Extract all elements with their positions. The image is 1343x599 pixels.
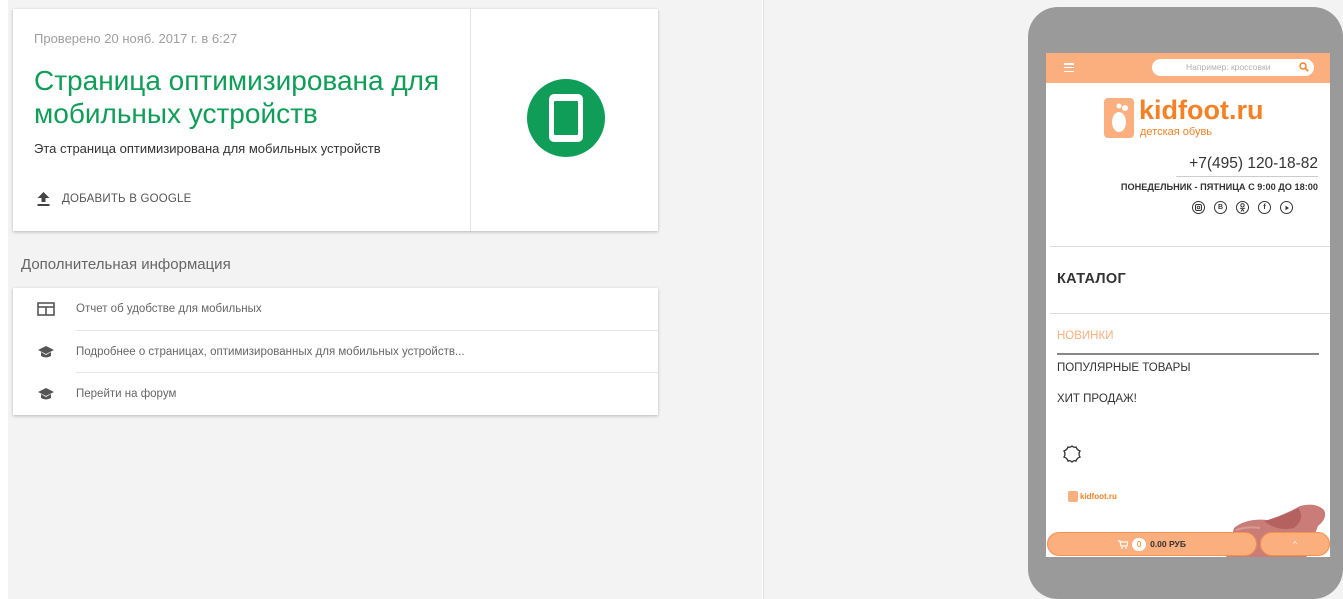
vk-icon[interactable]: B — [1214, 201, 1227, 214]
logo-icon — [1104, 98, 1134, 138]
divider — [1176, 176, 1318, 177]
working-hours: ПОНЕДЕЛЬНИК - ПЯТНИЦА С 9:00 ДО 18:00 — [1120, 182, 1318, 192]
chevron-up-icon: ^ — [1293, 539, 1297, 549]
status-badge — [527, 79, 605, 157]
extra-info-list: Отчет об удобстве для мобильных Подробне… — [13, 288, 658, 415]
result-card: Проверено 20 нояб. 2017 г. в 6:27 Страни… — [13, 9, 658, 231]
facebook-icon[interactable]: f — [1258, 201, 1271, 214]
graduation-cap-icon — [38, 388, 54, 400]
site-search-input[interactable]: Например: кроссовки — [1152, 59, 1314, 76]
leather-icon — [1062, 445, 1082, 463]
scroll-up-button[interactable]: ^ — [1260, 532, 1330, 556]
divider — [1050, 246, 1330, 247]
logo-icon — [1068, 491, 1078, 502]
list-item-mobile-report[interactable]: Отчет об удобстве для мобильных — [13, 288, 658, 330]
search-placeholder: Например: кроссовки — [1186, 62, 1271, 72]
menu-item-popular[interactable]: ПОПУЛЯРНЫЕ ТОВАРЫ — [1057, 362, 1191, 374]
social-links: B f — [1192, 201, 1302, 214]
report-icon — [37, 302, 55, 316]
upload-icon — [37, 192, 50, 206]
smartphone-icon — [549, 94, 583, 142]
banner-logo-text: kidfoot.ru — [1080, 492, 1117, 501]
youtube-icon[interactable] — [1280, 201, 1293, 214]
list-item-forum[interactable]: Перейти на форум — [13, 373, 658, 415]
divider — [1050, 313, 1330, 314]
list-item-learn-more[interactable]: Подробнее о страницах, оптимизированных … — [13, 331, 658, 373]
list-item-label: Отчет об удобстве для мобильных — [76, 303, 262, 315]
odnoklassniki-icon[interactable] — [1236, 201, 1249, 214]
instagram-icon[interactable] — [1192, 201, 1205, 214]
card-divider — [470, 9, 471, 231]
checked-date: Проверено 20 нояб. 2017 г. в 6:27 — [34, 31, 238, 46]
search-icon[interactable] — [1299, 62, 1309, 72]
list-item-label: Подробнее о страницах, оптимизированных … — [76, 346, 465, 358]
graduation-cap-icon — [38, 346, 54, 358]
menu-item-new[interactable]: НОВИНКИ — [1057, 330, 1113, 342]
add-to-google-button[interactable]: ДОБАВИТЬ В GOOGLE — [37, 192, 192, 206]
result-description: Эта страница оптимизирована для мобильны… — [34, 141, 381, 156]
divider — [1057, 353, 1319, 355]
contact-phone[interactable]: +7(495) 120-18-82 — [1189, 155, 1318, 173]
cart-icon — [1118, 539, 1129, 549]
catalog-heading[interactable]: КАТАЛОГ — [1057, 271, 1126, 287]
cart-button[interactable]: 0 0.00 РУБ — [1047, 532, 1257, 556]
banner-logo: kidfoot.ru — [1068, 491, 1117, 502]
list-item-label: Перейти на форум — [76, 388, 177, 400]
site-logo[interactable]: kidfoot.ru — [1139, 96, 1263, 124]
extra-info-heading: Дополнительная информация — [21, 256, 231, 273]
site-header: Например: кроссовки — [1046, 53, 1330, 83]
cart-count: 0 — [1132, 537, 1147, 551]
add-to-google-label: ДОБАВИТЬ В GOOGLE — [62, 193, 192, 205]
result-title: Страница оптимизирована для мобильных ус… — [34, 65, 440, 129]
hamburger-menu-icon[interactable] — [1064, 63, 1074, 73]
cart-total: 0.00 РУБ — [1150, 539, 1186, 549]
mobile-screenshot: Например: кроссовки kidfoot.ru детская о… — [1046, 53, 1330, 557]
logo-subtitle: детская обувь — [1140, 126, 1213, 138]
menu-item-bestsellers[interactable]: ХИТ ПРОДАЖ! — [1057, 393, 1137, 405]
